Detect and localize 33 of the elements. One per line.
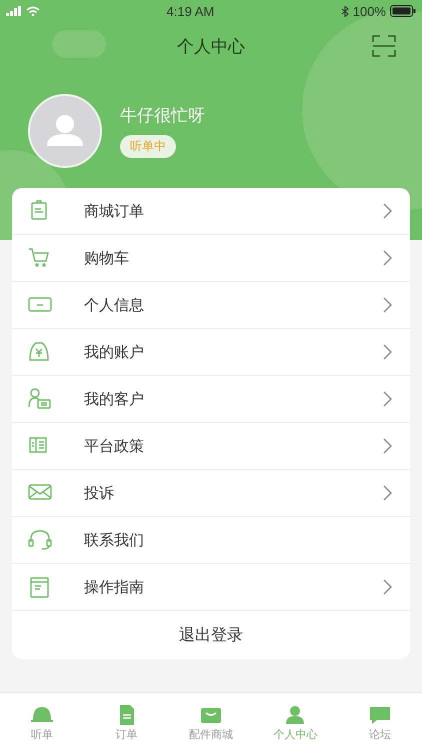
logout-button[interactable]: 退出登录 (12, 611, 410, 659)
menu-item[interactable]: 我的账户 (12, 329, 410, 376)
menu-item[interactable]: 平台政策 (12, 423, 410, 470)
page-title: 个人中心 (177, 36, 245, 58)
menu-label: 联系我们 (84, 530, 145, 550)
menu-label: 我的客户 (84, 390, 145, 408)
user-name: 牛仔很忙呀 (120, 105, 205, 127)
bluetooth-icon (340, 6, 349, 16)
battery-percentage: 100% (352, 4, 386, 18)
cart-icon (28, 247, 52, 269)
avatar-icon (28, 94, 102, 168)
menu-item[interactable]: 联系我们 (12, 517, 410, 564)
menu-label: 投诉 (84, 484, 115, 502)
menu-label: 我的账户 (84, 342, 145, 362)
signal-icon (6, 6, 22, 16)
status-badge: 听单中 (120, 135, 176, 158)
menu-item[interactable]: 操作指南 (12, 564, 410, 611)
status-time: 4:19 AM (166, 4, 214, 18)
menu-label: 操作指南 (84, 578, 145, 596)
menu-label: 购物车 (84, 248, 130, 268)
menu-label: 平台政策 (84, 436, 145, 456)
person-card-icon (28, 388, 52, 410)
menu-label: 个人信息 (84, 296, 145, 314)
menu-item[interactable]: 个人信息 (12, 282, 410, 329)
scan-icon[interactable] (372, 35, 396, 57)
headset-icon (28, 529, 52, 551)
menu-item[interactable]: 购物车 (12, 235, 410, 282)
menu-label: 商城订单 (84, 202, 145, 220)
battery-icon (390, 5, 416, 17)
menu-item[interactable]: 我的客户 (12, 376, 410, 423)
menu-item[interactable]: 商城订单 (12, 188, 410, 235)
menu-item[interactable]: 投诉 (12, 470, 410, 517)
wifi-icon (26, 6, 40, 16)
